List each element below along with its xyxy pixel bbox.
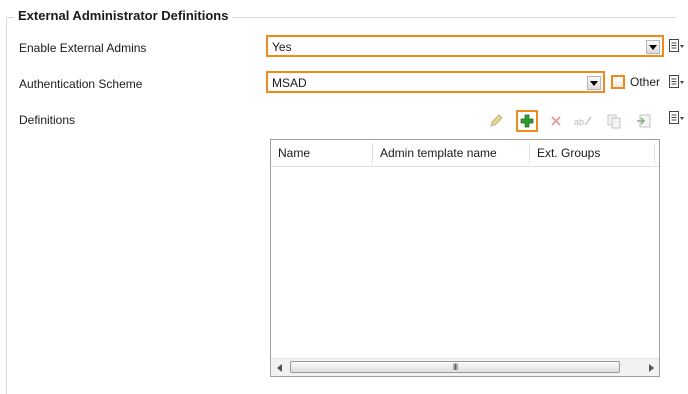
import-icon[interactable] (634, 111, 654, 131)
properties-menu-icon[interactable] (668, 38, 686, 54)
authentication-scheme-select[interactable]: MSAD (266, 71, 605, 93)
column-divider[interactable] (529, 143, 530, 163)
column-header-admin-template-name[interactable]: Admin template name (380, 140, 497, 166)
scroll-thumb-grip: III (452, 362, 458, 372)
rename-icon[interactable]: ab (573, 111, 593, 131)
column-divider[interactable] (372, 143, 373, 163)
column-header-ext-groups[interactable]: Ext. Groups (537, 140, 600, 166)
scrollbar-thumb[interactable]: III (290, 361, 620, 373)
other-checkbox-label: Other (630, 75, 661, 89)
table-header: Name Admin template name Ext. Groups (271, 140, 659, 167)
enable-external-admins-select[interactable]: Yes (266, 35, 664, 57)
horizontal-scrollbar[interactable]: III (271, 358, 659, 376)
chevron-down-icon[interactable] (646, 40, 660, 54)
enable-external-admins-value: Yes (272, 40, 292, 54)
delete-icon[interactable] (546, 111, 566, 131)
group-title: External Administrator Definitions (14, 7, 233, 25)
edit-icon[interactable] (486, 111, 506, 131)
column-divider[interactable] (654, 143, 655, 163)
column-header-name[interactable]: Name (278, 140, 310, 166)
authentication-scheme-value: MSAD (272, 76, 307, 90)
chevron-down-icon[interactable] (587, 76, 601, 90)
scroll-left-icon[interactable] (271, 359, 288, 376)
group-border-left (6, 17, 7, 394)
enable-external-admins-label: Enable External Admins (19, 41, 147, 55)
scroll-right-icon[interactable] (642, 359, 659, 376)
definitions-label: Definitions (19, 113, 76, 127)
svg-text:ab: ab (574, 117, 584, 127)
properties-menu-icon[interactable] (668, 74, 686, 90)
copy-icon[interactable] (604, 111, 624, 131)
add-button[interactable] (516, 110, 538, 132)
add-icon (520, 114, 534, 128)
authentication-scheme-label: Authentication Scheme (19, 77, 143, 91)
definitions-table[interactable]: Name Admin template name Ext. Groups III (270, 139, 660, 377)
other-checkbox[interactable] (611, 75, 625, 89)
properties-menu-icon[interactable] (668, 110, 686, 126)
